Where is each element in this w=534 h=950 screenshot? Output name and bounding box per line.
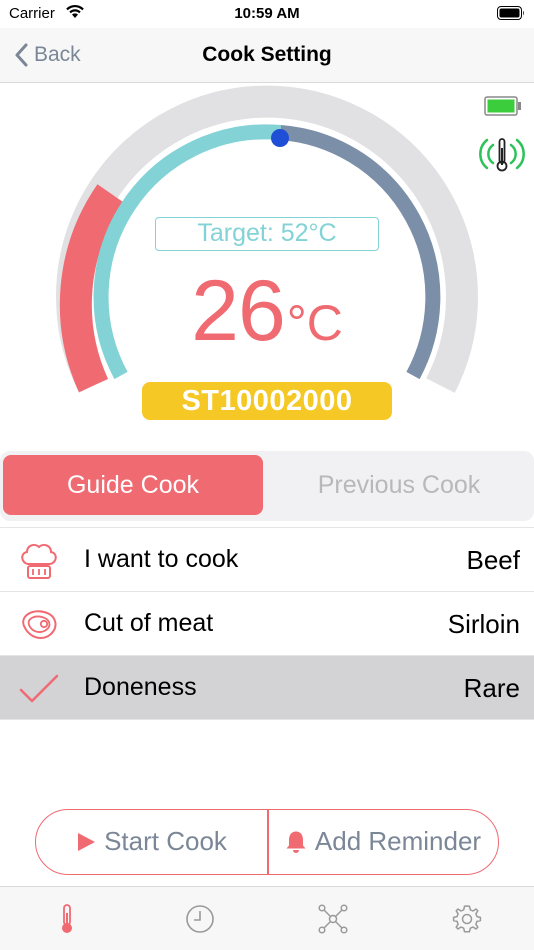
probe-signal-icon: [478, 134, 526, 181]
target-temperature: Target: 52°C: [155, 217, 379, 251]
tab-guide-cook[interactable]: Guide Cook: [3, 455, 263, 515]
temperature-gauge: Target: 52°C 26°C ST10002000: [0, 84, 534, 444]
list-item-value: Rare: [463, 673, 520, 703]
list-item-label: Doneness: [84, 673, 197, 701]
gear-icon: [452, 905, 482, 933]
cook-mode-segment: Guide Cook Previous Cook: [0, 451, 534, 521]
tab-bar: [0, 886, 534, 950]
network-icon: [318, 904, 348, 934]
list-item-cut[interactable]: Cut of meat Sirloin: [0, 592, 534, 656]
start-cook-label: Start Cook: [104, 826, 227, 856]
page-title: Cook Setting: [202, 43, 332, 66]
list-item-food[interactable]: I want to cook Beef: [0, 528, 534, 592]
navigation-bar: Back Cook Setting: [0, 28, 534, 83]
list-item-value: Sirloin: [447, 609, 520, 639]
battery-full-icon: [484, 96, 522, 121]
checkmark-icon: [18, 668, 60, 710]
current-temp-value: 26: [191, 263, 286, 359]
status-bar: Carrier 10:59 AM: [0, 0, 534, 28]
current-temperature: 26°C: [0, 262, 534, 361]
list-item-doneness[interactable]: Doneness Rare: [0, 656, 534, 720]
list-item-value: Beef: [466, 545, 521, 575]
list-item-label: Cut of meat: [84, 609, 214, 637]
tab-history[interactable]: [180, 901, 220, 937]
clock-icon: [186, 905, 214, 933]
device-id-badge: ST10002000: [142, 382, 392, 420]
steak-icon: [18, 604, 60, 646]
status-time: 10:59 AM: [234, 5, 300, 22]
gauge-knob: [271, 129, 289, 147]
cook-options-list: I want to cook Beef Cut of meat Sirloin …: [0, 527, 534, 720]
tab-network[interactable]: [313, 901, 353, 937]
add-reminder-button[interactable]: Add Reminder: [269, 810, 497, 873]
tab-settings[interactable]: [447, 901, 487, 937]
tab-previous-cook[interactable]: Previous Cook: [267, 455, 531, 515]
thermometer-icon: [62, 904, 72, 933]
play-icon: [78, 832, 96, 851]
status-battery-icon: [497, 6, 525, 25]
start-cook-button[interactable]: Start Cook: [36, 810, 267, 873]
tab-thermometer[interactable]: [47, 901, 87, 937]
bell-icon: [286, 831, 306, 853]
action-buttons: Start Cook Add Reminder: [35, 809, 499, 875]
add-reminder-label: Add Reminder: [314, 826, 482, 856]
chef-hat-icon: [18, 540, 60, 582]
temp-unit: °C: [286, 295, 343, 351]
list-item-label: I want to cook: [84, 545, 239, 573]
